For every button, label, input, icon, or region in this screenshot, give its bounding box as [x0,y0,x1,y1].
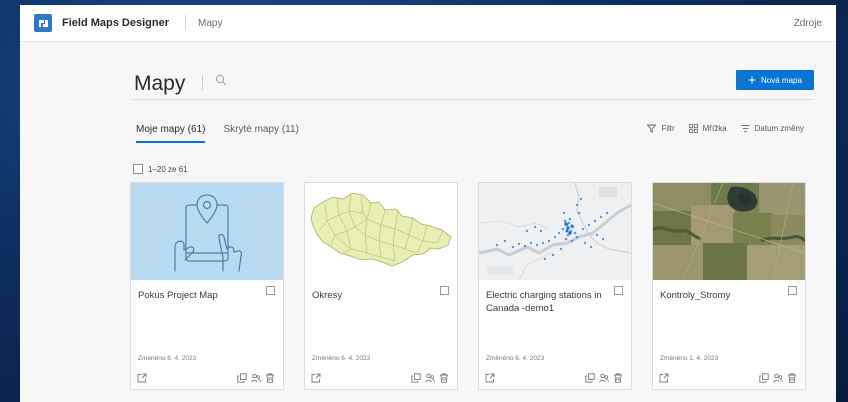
card-action-icons [411,373,449,383]
duplicate-icon[interactable] [759,373,769,383]
duplicate-icon[interactable] [411,373,421,383]
selection-row: 1–20 ze 61 [133,164,188,174]
sort-button[interactable]: Datum změny [741,124,804,133]
card-actions [137,373,275,385]
modified-date: Změněno 1. 4. 2023 [660,355,719,362]
resources-link[interactable]: Zdroje [794,18,822,29]
modified-date: Změněno 6. 4. 2023 [486,355,545,362]
map-thumbnail[interactable] [479,183,631,280]
card-action-icons [759,373,797,383]
delete-icon[interactable] [787,373,797,383]
map-select-checkbox[interactable] [440,286,449,295]
open-external-icon[interactable] [485,373,495,383]
open-external-icon[interactable] [659,373,669,383]
header-divider [184,15,186,31]
select-all-checkbox[interactable] [133,164,143,174]
new-map-label: Nová mapa [761,75,802,85]
title-divider [202,75,203,90]
map-select-checkbox[interactable] [788,286,797,295]
map-title[interactable]: Okresy [312,289,434,302]
card-actions [311,373,449,385]
new-map-button[interactable]: Nová mapa [736,70,814,90]
sort-icon [741,125,750,132]
duplicate-icon[interactable] [237,373,247,383]
delete-icon[interactable] [439,373,449,383]
card-actions [485,373,623,385]
map-card[interactable]: Pokus Project Map Změněno 6. 4. 2023 [130,182,284,390]
delete-icon[interactable] [265,373,275,383]
share-icon[interactable] [425,373,435,383]
open-external-icon[interactable] [137,373,147,383]
map-card[interactable]: Kontroly_Stromy Změněno 1. 4. 2023 [652,182,806,390]
delete-icon[interactable] [613,373,623,383]
share-icon[interactable] [773,373,783,383]
open-external-icon[interactable] [311,373,321,383]
map-tabs: Moje mapy (61) Skryté mapy (11) [136,124,299,143]
card-action-icons [237,373,275,383]
share-icon[interactable] [251,373,261,383]
selection-count: 1–20 ze 61 [148,164,188,174]
duplicate-icon[interactable] [585,373,595,383]
map-thumbnail[interactable] [131,183,283,280]
app-logo-icon[interactable] [34,14,52,32]
tab-hidden-maps[interactable]: Skryté mapy (11) [223,124,298,143]
map-select-checkbox[interactable] [614,286,623,295]
map-thumbnail[interactable] [653,183,805,280]
share-icon[interactable] [599,373,609,383]
tab-my-maps[interactable]: Moje mapy (61) [136,124,206,143]
app-window: Field Maps Designer Mapy Zdroje Mapy Nov… [20,5,836,402]
top-bar: Field Maps Designer Mapy Zdroje [20,5,836,42]
map-select-checkbox[interactable] [266,286,275,295]
filter-button[interactable]: Filtr [647,124,675,133]
sort-label: Datum změny [754,124,804,133]
plus-icon [748,76,756,84]
app-name[interactable]: Field Maps Designer [62,17,169,29]
grid-icon [688,124,698,133]
modified-date: Změněno 6. 4. 2023 [312,355,371,362]
map-card[interactable]: Electric charging stations in Canada -de… [478,182,632,390]
map-title[interactable]: Electric charging stations in Canada -de… [486,289,608,315]
view-tools: Filtr Mřížka Datum změny [647,124,804,133]
modified-date: Změněno 6. 4. 2023 [138,355,197,362]
card-action-icons [585,373,623,383]
breadcrumb[interactable]: Mapy [198,18,222,29]
map-thumbnail[interactable] [305,183,457,280]
page-title: Mapy [134,72,186,95]
grid-view-button[interactable]: Mřížka [688,124,727,133]
grid-label: Mřížka [702,124,727,133]
page-heading: Mapy Nová mapa [132,67,814,100]
map-title[interactable]: Kontroly_Stromy [660,289,782,302]
map-title[interactable]: Pokus Project Map [138,289,260,302]
filter-icon [647,124,657,133]
map-card[interactable]: Okresy Změněno 6. 4. 2023 [304,182,458,390]
card-actions [659,373,797,385]
search-icon[interactable] [215,74,227,86]
filter-label: Filtr [661,124,675,133]
